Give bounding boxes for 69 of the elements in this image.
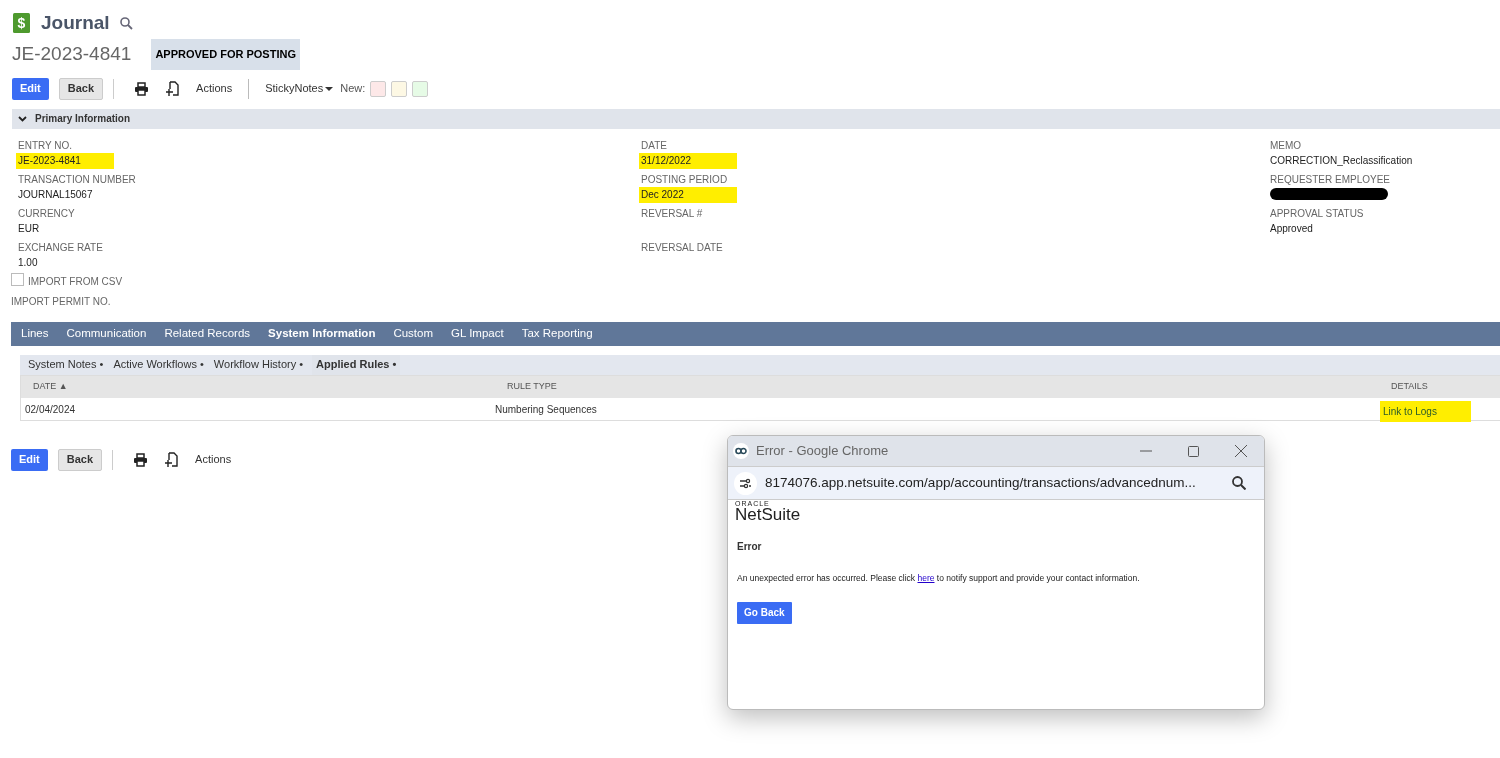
sticky-notes-dropdown[interactable]: StickyNotes [265,80,334,97]
subtab[interactable]: Active Workflows • [112,354,205,375]
highlighted-value: Dec 2022 [639,186,737,203]
url-text: 8174076.app.netsuite.com/app/accounting/transactions/advancednum... [765,473,1196,492]
column-header: RULE TYPE [506,379,558,393]
subtab[interactable]: Workflow History • [212,354,305,375]
table-cell-text: Numbering Sequences [495,403,598,417]
column-header[interactable]: DATE ▲ [21,379,495,394]
field-label: REQUESTER EMPLOYEE [1270,172,1392,186]
tab[interactable]: Tax Reporting [521,324,593,343]
sticky-note-swatch[interactable] [412,80,429,97]
highlighted-value: 31/12/2022 [639,152,737,169]
field-label: IMPORT PERMIT NO. [10,294,112,309]
checkbox-label: IMPORT FROM CSV [28,274,123,289]
subtab[interactable]: Applied Rules • [312,354,401,375]
back-button[interactable]: Back [57,448,103,471]
site-settings-icon[interactable] [734,471,757,495]
field-label: REVERSAL # [641,206,704,220]
app-logo-icon [733,443,749,459]
document-plus-icon[interactable] [165,80,181,97]
field-label: POSTING PERIOD [641,172,729,186]
import-csv-checkbox[interactable] [11,272,24,286]
edit-button[interactable]: Edit [12,77,49,100]
sticky-note-swatch[interactable] [370,80,387,97]
tab[interactable]: Related Records [164,324,251,343]
column-header: DETAILS [1390,379,1429,393]
status-label: APPROVED FOR POSTING [151,39,300,70]
logs-link[interactable]: Link to Logs [1380,400,1471,422]
field-label: TRANSACTION NUMBER [18,172,137,186]
back-button[interactable]: Back [58,77,104,100]
support-link[interactable]: here [917,573,935,583]
field-label: MEMO [1270,138,1303,152]
chevron-icon [18,115,27,122]
maximize-icon[interactable] [1188,445,1199,457]
print-icon[interactable] [133,452,149,467]
sticky-note-swatch[interactable] [391,80,408,97]
subtab[interactable]: System Notes • [27,354,105,375]
ledger-book-icon: $ [12,12,31,34]
section-header[interactable]: Primary Information [12,108,1500,129]
tab[interactable]: Custom [393,324,434,343]
field-label: EXCHANGE RATE [18,240,104,254]
tab[interactable]: Communication [66,324,147,343]
actions-button[interactable]: Actions [195,451,232,468]
new-note-label: New: [340,81,366,97]
field-label: DATE [641,138,668,152]
search-icon[interactable] [119,16,133,30]
field-label: CURRENCY [18,206,76,220]
tab[interactable]: System Information [268,324,376,343]
go-back-button[interactable]: Go Back [737,601,792,624]
field-label: REVERSAL DATE [641,240,724,254]
edit-button[interactable]: Edit [11,448,48,471]
document-plus-icon[interactable] [164,451,180,468]
highlighted-value: JE-2023-4841 [16,152,114,169]
tab[interactable]: Lines [21,324,49,343]
field-label: ENTRY NO. [18,138,74,152]
tab[interactable]: GL Impact [451,324,504,343]
table-cell-text: 02/04/2024 [24,403,77,417]
window-title: Error - Google Chrome [756,442,889,461]
actions-button[interactable]: Actions [196,80,233,97]
zoom-icon[interactable] [1232,476,1246,490]
address-bar[interactable]: 8174076.app.netsuite.com/app/accounting/transactions/advancednum... [728,466,1264,500]
caret-icon [325,86,334,91]
field-label: APPROVAL STATUS [1270,206,1365,220]
print-icon[interactable] [134,81,150,96]
close-icon[interactable] [1235,445,1247,457]
page-title: Journal [41,10,110,35]
error-heading: Error [736,540,763,554]
record-id: JE-2023-4841 [12,42,132,66]
error-message: An unexpected error has occurred. Please click here to notify support and provide your contact information. [736,572,1141,585]
